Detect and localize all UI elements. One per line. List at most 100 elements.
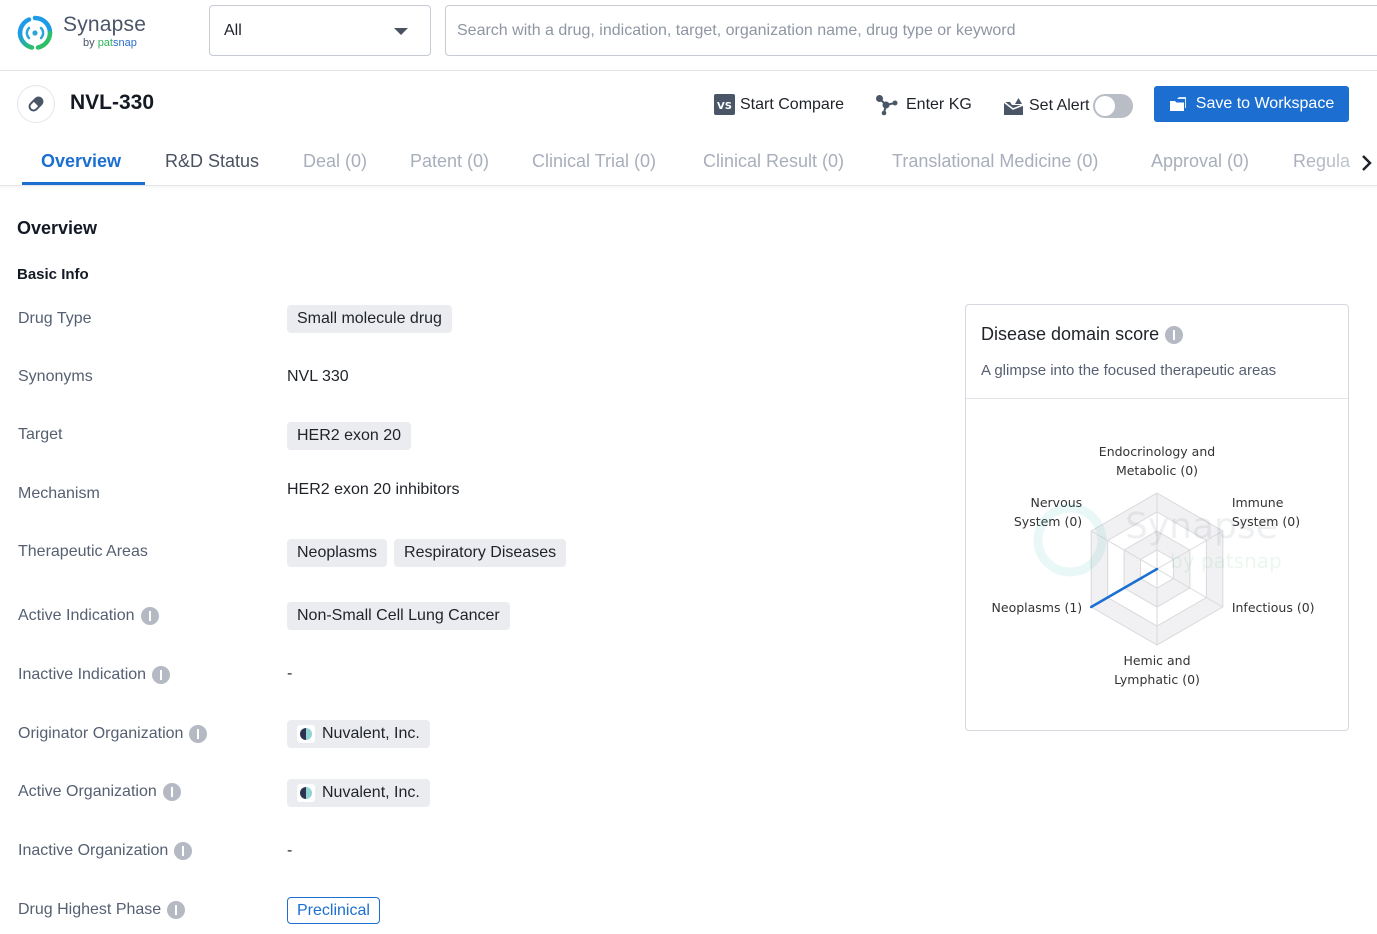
- info-icon[interactable]: [140, 607, 159, 625]
- organization-name: Nuvalent, Inc.: [322, 784, 420, 801]
- basic-info-heading: Basic Info: [17, 266, 89, 283]
- pill-icon: [17, 85, 55, 123]
- inactive-indication-value: -: [287, 665, 292, 683]
- mechanism-text: HER2 exon 20 inhibitors: [287, 481, 460, 498]
- active-indication-label: Active Indication: [18, 607, 159, 625]
- drug-type-label-text: Drug Type: [18, 310, 92, 327]
- search-scope-select[interactable]: All: [209, 5, 431, 56]
- disease-domain-subtitle: A glimpse into the focused therapeutic a…: [981, 362, 1277, 379]
- radar-axis-label-line: Immune: [1232, 495, 1284, 510]
- tab-patent[interactable]: Patent (0): [410, 151, 489, 172]
- set-alert-label: Set Alert: [1029, 97, 1090, 114]
- target-label: Target: [18, 426, 62, 444]
- originator-org-value: Nuvalent, Inc.: [287, 720, 430, 748]
- organization-chip[interactable]: Nuvalent, Inc.: [287, 779, 430, 807]
- synonyms-text: NVL 330: [287, 368, 349, 385]
- target-chip[interactable]: HER2 exon 20: [287, 422, 412, 450]
- inactive-org-label: Inactive Organization: [18, 842, 193, 860]
- target-label-text: Target: [18, 426, 63, 443]
- synonyms-label: Synonyms: [18, 368, 93, 386]
- originator-org-label: Originator Organization: [18, 725, 208, 743]
- radar-axis-label: Hemic and Lymphatic (0): [1114, 653, 1200, 687]
- therapeutic-area-chip[interactable]: Respiratory Diseases: [394, 539, 567, 567]
- phase-badge[interactable]: Preclinical: [287, 897, 380, 924]
- inactive-org-text: -: [287, 842, 293, 859]
- tab-approval[interactable]: Approval (0): [1151, 151, 1249, 172]
- search-scope-value: All: [224, 22, 242, 39]
- target-value: HER2 exon 20: [287, 422, 412, 450]
- tab-overview[interactable]: Overview: [41, 151, 121, 172]
- info-icon[interactable]: [174, 842, 193, 860]
- chevron-right-icon: [1362, 155, 1372, 171]
- radar-axis-label-line: Hemic and: [1123, 653, 1190, 668]
- drug-header: NVL-330 VS Start Compare Enter KG Set Al…: [0, 72, 1377, 134]
- tab-translational-medicine[interactable]: Translational Medicine (0): [892, 151, 1098, 172]
- inactive-org-value: -: [287, 842, 292, 860]
- radar-axis-label-line: Nervous: [1031, 495, 1083, 510]
- tab-clinical-trial[interactable]: Clinical Trial (0): [532, 151, 656, 172]
- disease-radar-chart: Endocrinology and Metabolic (0) Immune Syst…: [992, 444, 1315, 687]
- inactive-org-label-text: Inactive Organization: [18, 842, 169, 859]
- highest-phase-value: Preclinical: [287, 897, 380, 924]
- radar-axis-label-line: System (0): [1014, 514, 1082, 529]
- radar-axis-label-line: Metabolic (0): [1116, 463, 1198, 478]
- save-to-workspace-label: Save to Workspace: [1195, 95, 1335, 112]
- set-alert-toggle[interactable]: [1093, 94, 1134, 118]
- compare-icon: VS: [714, 94, 735, 115]
- info-icon[interactable]: [162, 783, 181, 801]
- info-icon[interactable]: [152, 666, 171, 684]
- indication-chip[interactable]: Non-Small Cell Lung Cancer: [287, 602, 510, 630]
- section-tabs: Overview R&D Status Deal (0) Patent (0) …: [0, 135, 1377, 186]
- start-compare-label: Start Compare: [740, 95, 845, 113]
- therapeutic-area-chip[interactable]: Neoplasms: [287, 539, 388, 567]
- therapeutic-areas-value: Neoplasms Respiratory Diseases: [287, 539, 567, 567]
- knowledge-graph-icon: [875, 94, 898, 116]
- overview-heading: Overview: [17, 218, 98, 238]
- tabs-scroll-right-button[interactable]: [1355, 149, 1377, 177]
- drug-type-value: Small molecule drug: [287, 305, 452, 333]
- info-icon[interactable]: [189, 725, 208, 743]
- organization-name: Nuvalent, Inc.: [322, 725, 420, 742]
- originator-org-label-text: Originator Organization: [18, 725, 184, 742]
- set-alert-control: Set Alert: [1003, 94, 1134, 118]
- therapeutic-areas-label-text: Therapeutic Areas: [18, 543, 148, 560]
- alert-icon: [1003, 97, 1024, 116]
- enter-kg-button[interactable]: Enter KG: [875, 94, 972, 116]
- tab-rd-status[interactable]: R&D Status: [165, 151, 259, 172]
- radar-axis-label-line: Lymphatic (0): [1114, 672, 1200, 687]
- highest-phase-label-text: Drug Highest Phase: [18, 901, 162, 918]
- synonyms-value: NVL 330: [287, 368, 349, 386]
- highest-phase-label: Drug Highest Phase: [18, 901, 186, 919]
- active-org-label-text: Active Organization: [18, 783, 157, 800]
- radar-axis-label: Endocrinology and Metabolic (0): [1099, 444, 1215, 478]
- tab-clinical-result[interactable]: Clinical Result (0): [703, 151, 844, 172]
- nuvalent-logo-icon: [297, 784, 315, 802]
- inactive-indication-label: Inactive Indication: [18, 666, 171, 684]
- save-to-workspace-button[interactable]: Save to Workspace: [1154, 86, 1349, 122]
- info-icon[interactable]: [1165, 325, 1184, 344]
- tabs-fade: [1290, 145, 1355, 179]
- active-indication-value: Non-Small Cell Lung Cancer: [287, 602, 510, 630]
- radar-axis-label: Neoplasms (1): [992, 600, 1083, 615]
- radar-axis-label: Immune System (0): [1232, 495, 1300, 529]
- caret-down-icon: [394, 28, 408, 35]
- therapeutic-areas-label: Therapeutic Areas: [18, 543, 148, 561]
- drug-type-chip[interactable]: Small molecule drug: [287, 305, 452, 333]
- drug-type-label: Drug Type: [18, 310, 92, 328]
- search-box[interactable]: [445, 5, 1377, 56]
- radar-axis-label-line: Endocrinology and: [1099, 444, 1215, 459]
- synapse-logo[interactable]: Synapse by patsnap: [16, 12, 166, 54]
- tab-deal[interactable]: Deal (0): [303, 151, 367, 172]
- app-byline: by patsnap: [83, 37, 137, 49]
- enter-kg-label: Enter KG: [906, 96, 972, 113]
- byline-prefix: by: [83, 37, 95, 49]
- mechanism-label-text: Mechanism: [18, 485, 100, 502]
- svg-text:VS: VS: [717, 101, 732, 112]
- search-input[interactable]: [446, 6, 1377, 55]
- organization-chip[interactable]: Nuvalent, Inc.: [287, 720, 430, 748]
- byline-brand-b: snap: [112, 37, 137, 49]
- active-org-value: Nuvalent, Inc.: [287, 779, 430, 807]
- start-compare-button[interactable]: VS Start Compare: [714, 94, 844, 115]
- info-icon[interactable]: [167, 901, 186, 919]
- nuvalent-logo-icon: [297, 725, 315, 743]
